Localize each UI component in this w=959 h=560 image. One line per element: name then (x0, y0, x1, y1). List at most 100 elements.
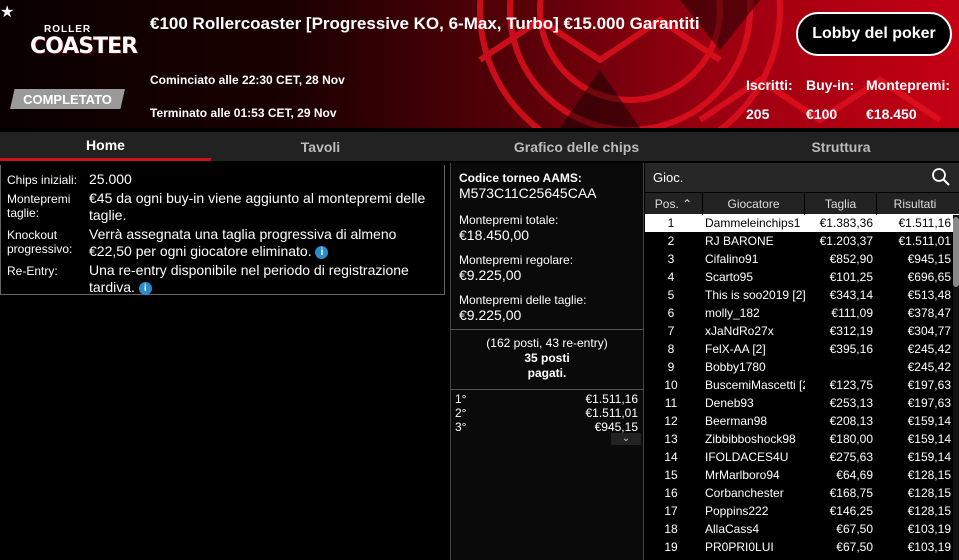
table-row[interactable]: 8 FelX-AA [2] €395,16 €245,42 (645, 340, 959, 358)
prize-panel: Codice torneo AAMS: M573C11C25645CAA Mon… (450, 163, 644, 560)
tab-structure[interactable]: Struttura (723, 132, 959, 161)
cell-position: 13 (664, 432, 678, 446)
cell-result: €513,48 (907, 288, 951, 302)
players-table: Gioc. Pos. ⌃ Giocatore Taglia Risultati … (645, 163, 959, 560)
column-bounty[interactable]: Taglia (805, 192, 877, 215)
cell-bounty: €312,19 (829, 324, 873, 338)
table-header: Pos. ⌃ Giocatore Taglia Risultati (645, 192, 959, 215)
prize-row: 3° €945,15 (455, 420, 638, 434)
info-icon[interactable]: i (138, 281, 152, 295)
cell-bounty: €275,63 (829, 450, 873, 464)
table-row[interactable]: 9 Bobby1780 €245,42 (645, 358, 959, 376)
table-row[interactable]: 10 BuscemiMascetti [2] €123,75 €197,63 (645, 376, 959, 394)
tournament-info-panel: Chips iniziali: 25.000 Montepremi taglie… (0, 165, 445, 295)
cell-bounty: €101,25 (829, 270, 873, 284)
table-row[interactable]: 16 Corbanchester €168,75 €128,15 (645, 484, 959, 502)
cell-result: €696,65 (907, 270, 951, 284)
cell-result: €378,47 (907, 306, 951, 320)
info-progressive-knockout: Knockout progressivo: Verrà assegnata un… (7, 226, 397, 259)
cell-position: 4 (667, 270, 675, 284)
cell-position: 11 (664, 396, 678, 410)
table-body: 1 Dammeleinchips1 €1.383,36 €1.511,16 2 RJ BA… (645, 214, 959, 556)
info-starting-chips: Chips iniziali: 25.000 (7, 171, 132, 187)
cell-player-name: IFOLDACES4U (705, 450, 789, 464)
cell-result: €304,77 (907, 324, 951, 338)
cell-result: €159,14 (907, 432, 951, 446)
table-row[interactable]: 2 RJ BARONE €1.203,37 €1.511,01 (645, 232, 959, 250)
cell-position: 10 (664, 378, 678, 392)
start-time: Cominciato alle 22:30 CET, 28 Nov (150, 73, 345, 87)
cell-player-name: Beerman98 (705, 414, 768, 428)
tab-home[interactable]: Home (0, 132, 211, 161)
search-icon[interactable] (931, 167, 951, 187)
cell-position: 12 (664, 414, 678, 428)
cell-position: 6 (667, 306, 675, 320)
table-row[interactable]: 4 Scarto95 €101,25 €696,65 (645, 268, 959, 286)
cell-player-name: Poppins222 (705, 504, 769, 518)
tab-tables[interactable]: Tavoli (211, 132, 430, 161)
aams-code-value: M573C11C25645CAA (459, 185, 597, 201)
regular-prizepool-label: Montepremi regolare: (459, 253, 574, 267)
table-row[interactable]: 3 Cifalino91 €852,90 €945,15 (645, 250, 959, 268)
cell-bounty: €67,50 (836, 540, 873, 554)
tab-chip-graph[interactable]: Grafico delle chips (430, 132, 723, 161)
prizepool-label: Montepremi: (866, 77, 950, 93)
cell-bounty: €123,75 (829, 378, 873, 392)
cell-player-name: Zibbibboshock98 (705, 432, 796, 446)
cell-bounty: €395,16 (829, 342, 873, 356)
cell-result: €159,14 (907, 414, 951, 428)
scrollbar[interactable] (953, 215, 959, 560)
table-row[interactable]: 12 Beerman98 €208,13 €159,14 (645, 412, 959, 430)
cell-position: 1 (667, 216, 675, 230)
chevron-down-icon[interactable]: ⌄ (611, 433, 641, 445)
table-row[interactable]: 5 This is soo2019 [2] €343,14 €513,48 (645, 286, 959, 304)
cell-player-name: Cifalino91 (705, 252, 759, 266)
cell-result: €128,15 (907, 504, 951, 518)
bounty-prizepool-value: €9.225,00 (459, 307, 522, 323)
table-row[interactable]: 15 MrMarlboro94 €64,69 €128,15 (645, 466, 959, 484)
cell-player-name: xJaNdRo27x (705, 324, 774, 338)
table-row[interactable]: 1 Dammeleinchips1 €1.383,36 €1.511,16 (645, 214, 959, 232)
bounty-prizepool-label: Montepremi delle taglie: (459, 293, 587, 307)
table-row[interactable]: 11 Deneb93 €253,13 €197,63 (645, 394, 959, 412)
cell-position: 9 (667, 360, 675, 374)
cell-position: 3 (667, 252, 675, 266)
cell-player-name: AllaCass4 (705, 522, 760, 536)
regular-prizepool-value: €9.225,00 (459, 267, 522, 283)
cell-result: €128,15 (907, 468, 951, 482)
poker-lobby-button[interactable]: Lobby del poker (796, 12, 952, 56)
table-row[interactable]: 13 Zibbibboshock98 €180,00 €159,14 (645, 430, 959, 448)
total-prizepool-value: €18.450,00 (459, 227, 530, 243)
cell-bounty: €111,09 (831, 306, 873, 320)
info-icon[interactable]: i (315, 245, 329, 259)
cell-bounty: €146,25 (829, 504, 873, 518)
cell-position: 19 (664, 540, 678, 554)
cell-player-name: BuscemiMascetti [2] (705, 378, 805, 392)
column-results[interactable]: Risultati (877, 193, 953, 215)
cell-bounty: €168,75 (829, 486, 873, 500)
table-row[interactable]: 18 AllaCass4 €67,50 €103,19 (645, 520, 959, 538)
table-row[interactable]: 19 PR0PRI0LUI €67,50 €103,19 (645, 538, 959, 556)
cell-player-name: RJ BARONE (705, 234, 774, 248)
cell-bounty: €64,69 (836, 468, 873, 482)
cell-player-name: molly_182 (705, 306, 760, 320)
table-row[interactable]: 6 molly_182 €111,09 €378,47 (645, 304, 959, 322)
cell-result: €945,15 (907, 252, 951, 266)
table-row[interactable]: 14 IFOLDACES4U €275,63 €159,14 (645, 448, 959, 466)
prize-row: 2° €1.511,01 (455, 406, 638, 420)
cell-result: €159,14 (907, 450, 951, 464)
cell-position: 16 (664, 486, 678, 500)
table-row[interactable]: 7 xJaNdRo27x €312,19 €304,77 (645, 322, 959, 340)
table-row[interactable]: 17 Poppins222 €146,25 €128,15 (645, 502, 959, 520)
cell-player-name: Corbanchester (705, 486, 784, 500)
aams-code-label: Codice torneo AAMS: (459, 171, 582, 185)
buyin-label: Buy-in: (806, 77, 855, 93)
cell-bounty: €208,13 (829, 414, 873, 428)
scrollbar-thumb[interactable] (953, 217, 959, 287)
total-prizepool-label: Montepremi totale: (459, 213, 559, 227)
cell-position: 8 (667, 342, 675, 356)
column-position[interactable]: Pos. ⌃ (645, 192, 703, 215)
favorite-star-icon[interactable]: ★ (0, 2, 14, 22)
column-player[interactable]: Giocatore (703, 192, 805, 215)
player-search-bar[interactable]: Gioc. (645, 163, 959, 192)
